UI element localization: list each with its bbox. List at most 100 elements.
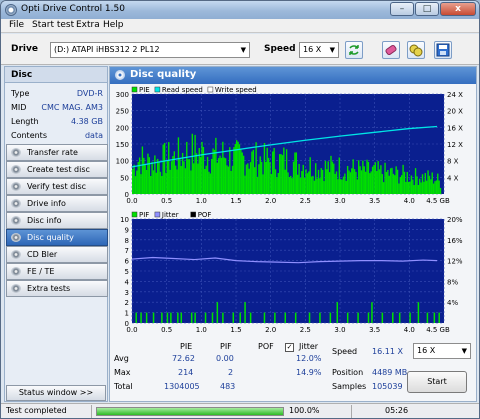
- stats-header-pie: PIE: [180, 342, 193, 351]
- pie-bar: [309, 157, 311, 194]
- nav-fe-te[interactable]: FE / TE: [6, 263, 108, 280]
- nav-verify-test-disc[interactable]: Verify test disc: [6, 178, 108, 195]
- start-button[interactable]: Start: [407, 371, 467, 393]
- pie-bar: [306, 173, 309, 194]
- menu-extra[interactable]: Extra: [76, 20, 100, 30]
- pie-bar: [166, 160, 169, 194]
- pie-bar: [191, 133, 194, 194]
- drive-select[interactable]: (D:) ATAPI iHBS312 2 PL12 ▼: [50, 42, 250, 58]
- disc-icon: [11, 250, 21, 259]
- pie-bar: [395, 166, 397, 194]
- pie-bar: [194, 134, 196, 194]
- refresh-button[interactable]: [345, 41, 363, 59]
- menu-file[interactable]: File: [9, 20, 24, 30]
- status-bar: Test completed 100.0% 05:26: [1, 403, 479, 418]
- legend-label: POF: [198, 211, 212, 219]
- pie-bar: [317, 169, 320, 194]
- pie-bar: [431, 172, 433, 194]
- pie-bar: [373, 164, 375, 194]
- pie-bar: [133, 164, 135, 194]
- legend-swatch: [154, 211, 161, 218]
- pie-bar: [226, 165, 228, 194]
- pie-bar: [266, 147, 268, 194]
- speed-select[interactable]: 16 X ▼: [299, 42, 339, 58]
- pie-bar: [303, 177, 306, 194]
- nav-cd-bler[interactable]: CD Bler: [6, 246, 108, 263]
- nav-label: FE / TE: [27, 267, 55, 276]
- nav-transfer-rate[interactable]: Transfer rate: [6, 144, 108, 161]
- y-tick-label: 7: [125, 247, 129, 255]
- pif-bar: [336, 302, 339, 323]
- pie-bar: [376, 170, 378, 194]
- pie-bar: [391, 167, 393, 194]
- speed-test-select[interactable]: 16 X ▼: [413, 343, 471, 359]
- pie-bar: [409, 181, 411, 194]
- x-tick-label: 4.5 GB: [426, 197, 450, 205]
- jitter-checkbox[interactable]: ✓: [285, 343, 294, 352]
- legend-swatch: [131, 211, 138, 218]
- pie-bar: [247, 163, 249, 194]
- save-button[interactable]: [434, 41, 452, 59]
- speed-readout-value: 16.11 X: [372, 347, 403, 356]
- menu-start-test[interactable]: Start test: [32, 20, 74, 30]
- disc-icon: [11, 267, 21, 276]
- disc-mid-row: MID CMC MAG. AM3: [11, 103, 103, 112]
- pif-bar: [398, 312, 401, 323]
- x-tick-label: 2.0: [265, 326, 276, 334]
- legend-swatch: [207, 86, 214, 93]
- pie-bar: [274, 169, 277, 194]
- nav-create-test-disc[interactable]: Create test disc: [6, 161, 108, 178]
- pie-bar: [184, 168, 187, 194]
- nav-label: Transfer rate: [27, 148, 78, 157]
- speed-label: Speed: [264, 44, 296, 54]
- erase-button[interactable]: [382, 41, 400, 59]
- pie-bar: [346, 165, 349, 194]
- menu-help[interactable]: Help: [103, 20, 124, 30]
- pie-bar: [223, 157, 225, 194]
- pif-bar: [426, 312, 429, 323]
- pie-bar: [439, 187, 442, 194]
- y2-tick-label: 20%: [447, 216, 463, 224]
- speed-test-select-value: 16 X: [417, 346, 436, 355]
- pie-bar: [330, 155, 332, 194]
- pie-bar: [310, 176, 313, 194]
- x-tick-label: 4.0: [404, 326, 415, 334]
- pie-bar: [389, 168, 392, 194]
- pie-bar: [360, 170, 363, 194]
- pie-bar: [199, 156, 202, 194]
- nav-disc-quality[interactable]: Disc quality: [6, 229, 108, 246]
- pie-bar: [294, 152, 296, 194]
- stats-max-pif: 2: [228, 368, 234, 377]
- chevron-down-icon: ▼: [240, 46, 246, 54]
- pie-bar: [290, 175, 292, 194]
- pie-bar: [234, 143, 236, 194]
- pie-bar: [335, 171, 338, 194]
- close-button[interactable]: x: [440, 2, 476, 16]
- nav-label: Extra tests: [27, 284, 71, 293]
- nav-extra-tests[interactable]: Extra tests: [6, 280, 108, 297]
- pie-bar: [224, 158, 227, 194]
- copy-button[interactable]: [407, 41, 425, 59]
- y2-tick-label: 4%: [447, 299, 458, 307]
- minimize-button[interactable]: –: [390, 2, 414, 16]
- legend-label: PIE: [139, 86, 150, 94]
- copy-disc-icon: [409, 44, 423, 57]
- disc-icon: [11, 216, 21, 225]
- speed-readout-label: Speed: [332, 347, 358, 356]
- pie-bar: [324, 160, 327, 194]
- pie-bar: [163, 142, 166, 194]
- maximize-button[interactable]: □: [415, 2, 439, 16]
- pie-bar: [413, 185, 415, 194]
- pif-bar: [216, 302, 219, 323]
- pie-bar: [147, 153, 149, 194]
- nav-disc-info[interactable]: Disc info: [6, 212, 108, 229]
- x-tick-label: 1.5: [230, 326, 241, 334]
- y2-tick-label: 8%: [447, 278, 458, 286]
- pie-bar: [405, 181, 407, 194]
- pif-bar: [346, 312, 349, 323]
- pif-bar: [357, 312, 359, 323]
- status-window-button[interactable]: Status window >>: [6, 385, 106, 401]
- stats-header-pif: PIF: [220, 342, 232, 351]
- nav-drive-info[interactable]: Drive info: [6, 195, 108, 212]
- pie-bar: [272, 151, 274, 194]
